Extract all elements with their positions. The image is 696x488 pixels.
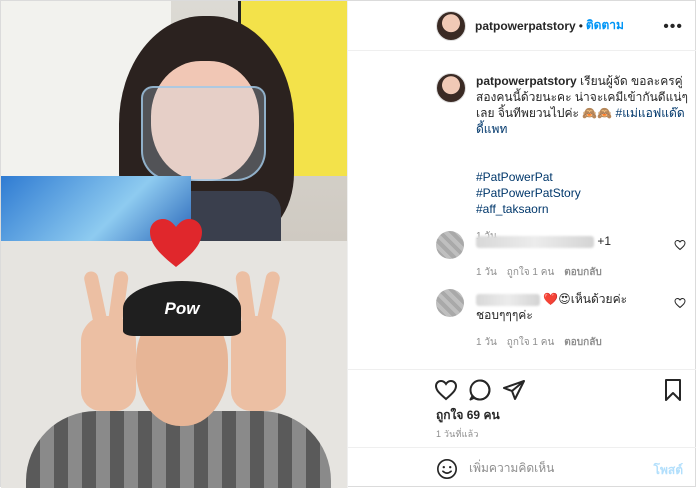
caption-text: patpowerpatstory เรียนผู้จัด ขอละครคู่สอ… (476, 73, 688, 137)
header-username[interactable]: patpowerpatstory (475, 19, 576, 33)
heart-sticker-icon (150, 219, 202, 267)
post-header: patpowerpatstory • ติดตาม ••• (348, 1, 696, 51)
bookmark-icon[interactable] (661, 378, 685, 402)
comment-suffix: +1 (597, 234, 612, 248)
comment-meta: 1 วัน ถูกใจ 1 คน ตอบกลับ (476, 335, 602, 350)
heart-icon[interactable] (434, 378, 458, 402)
reply-button[interactable]: ตอบกลับ (564, 335, 601, 350)
comment-input[interactable] (469, 456, 649, 480)
comment-emoji: ❤️😍 (543, 292, 571, 306)
caption-username[interactable]: patpowerpatstory (476, 74, 577, 88)
post-time[interactable]: 1 วันที่แล้ว (436, 427, 479, 441)
comment-meta: 1 วัน ถูกใจ 1 คน ตอบกลับ (476, 265, 602, 280)
add-comment-bar: โพสต์ (348, 447, 696, 488)
avatar[interactable] (436, 231, 464, 259)
comment-body: +1 (476, 233, 656, 249)
post-frame: Pow patpowerpatstory • ติดตาม ••• patpow… (0, 0, 696, 488)
avatar[interactable] (436, 289, 464, 317)
comment-item: +1 1 วัน ถูกใจ 1 คน ตอบกลับ (436, 231, 686, 278)
blurred-username (476, 235, 594, 248)
comment-item: ❤️😍เห็นด้วยค่ะ ชอบๆๆๆค่ะ 1 วัน ถูกใจ 1 ค… (436, 289, 686, 350)
hashtag-link[interactable]: #aff_taksaorn (476, 201, 688, 217)
action-bar: ถูกใจ 69 คน (348, 369, 696, 427)
hashtag-list: #PatPowerPat #PatPowerPatStory #aff_taks… (476, 169, 688, 217)
follow-button[interactable]: ติดตาม (586, 16, 624, 35)
photo-top (1, 1, 347, 241)
post-image[interactable]: Pow (1, 1, 348, 488)
comment-likes[interactable]: ถูกใจ 1 คน (507, 335, 555, 350)
comment-likes[interactable]: ถูกใจ 1 คน (507, 265, 555, 280)
hashtag-link[interactable]: #PatPowerPat (476, 169, 688, 185)
reply-button[interactable]: ตอบกลับ (564, 265, 601, 280)
comment-icon[interactable] (468, 378, 492, 402)
likes-count[interactable]: ถูกใจ 69 คน (436, 406, 500, 425)
photo-bottom: Pow (1, 241, 347, 488)
comment-time[interactable]: 1 วัน (476, 265, 497, 280)
like-comment-icon[interactable] (674, 239, 686, 251)
man-cap: Pow (123, 281, 241, 336)
like-comment-icon[interactable] (674, 297, 686, 309)
blurred-username (476, 293, 540, 306)
more-horizontal-icon[interactable]: ••• (663, 18, 683, 36)
comment-body: ❤️😍เห็นด้วยค่ะ ชอบๆๆๆค่ะ (476, 291, 656, 323)
cap-logo: Pow (164, 298, 200, 318)
comment-time[interactable]: 1 วัน (476, 335, 497, 350)
hashtag-link[interactable]: #PatPowerPatStory (476, 185, 688, 201)
share-icon[interactable] (502, 378, 526, 402)
face-shield (141, 86, 266, 181)
post-button[interactable]: โพสต์ (654, 461, 683, 480)
avatar[interactable] (436, 10, 466, 41)
comments-section[interactable]: patpowerpatstory เรียนผู้จัด ขอละครคู่สอ… (348, 51, 696, 369)
emoji-icon[interactable] (436, 458, 458, 480)
separator-dot: • (578, 18, 583, 33)
post-panel: patpowerpatstory • ติดตาม ••• patpowerpa… (348, 1, 696, 488)
caption-avatar[interactable] (436, 73, 466, 103)
